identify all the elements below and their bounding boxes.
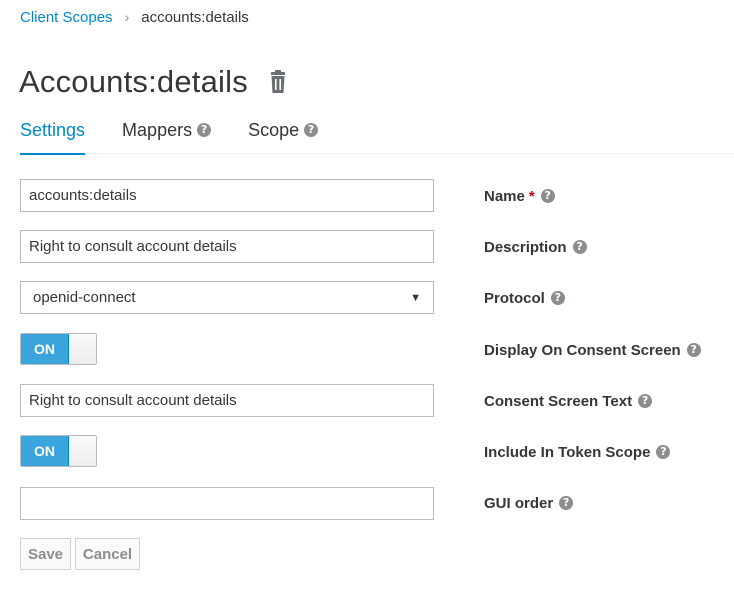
consent-text-label-row: Consent Screen Text ? bbox=[484, 391, 653, 411]
gui-order-input[interactable] bbox=[20, 487, 434, 520]
help-icon[interactable]: ? bbox=[540, 189, 555, 203]
gui-order-label-row: GUI order ? bbox=[484, 493, 574, 513]
help-icon[interactable]: ? bbox=[572, 240, 587, 254]
required-marker: * bbox=[528, 187, 535, 205]
name-input[interactable] bbox=[20, 179, 434, 212]
trash-icon[interactable] bbox=[268, 70, 288, 94]
help-icon[interactable]: ? bbox=[686, 343, 701, 357]
include-in-token-label-row: Include In Token Scope ? bbox=[484, 442, 671, 462]
protocol-label: Protocol bbox=[484, 289, 545, 307]
tab-scope[interactable]: Scope ? bbox=[248, 116, 319, 154]
save-button[interactable]: Save bbox=[20, 538, 71, 570]
consent-text-label: Consent Screen Text bbox=[484, 392, 633, 410]
tab-mappers-label: Mappers bbox=[122, 120, 193, 140]
help-icon[interactable]: ? bbox=[638, 394, 653, 408]
toggle-on-label: ON bbox=[21, 436, 69, 466]
help-icon[interactable]: ? bbox=[550, 291, 565, 305]
help-icon[interactable]: ? bbox=[656, 445, 671, 459]
breadcrumb-current: accounts:details bbox=[141, 8, 249, 26]
protocol-label-row: Protocol ? bbox=[484, 288, 565, 308]
protocol-select[interactable]: openid-connect ▼ bbox=[20, 281, 434, 314]
protocol-select-value: openid-connect bbox=[33, 289, 136, 306]
gui-order-label: GUI order bbox=[484, 494, 554, 512]
title-row: Accounts:details bbox=[19, 62, 288, 102]
breadcrumb: Client Scopes › accounts:details bbox=[20, 7, 249, 27]
tab-settings-label: Settings bbox=[20, 120, 86, 140]
toggle-knob bbox=[69, 334, 96, 364]
help-icon[interactable]: ? bbox=[304, 123, 319, 137]
tab-bar: Settings Mappers ? Scope ? bbox=[20, 116, 734, 155]
consent-text-input[interactable] bbox=[20, 384, 434, 417]
toggle-knob bbox=[69, 436, 96, 466]
include-in-token-toggle[interactable]: ON bbox=[20, 435, 97, 467]
help-icon[interactable]: ? bbox=[559, 496, 574, 510]
display-on-consent-label-row: Display On Consent Screen ? bbox=[484, 340, 701, 360]
include-in-token-label: Include In Token Scope bbox=[484, 443, 651, 461]
tab-mappers[interactable]: Mappers ? bbox=[122, 116, 212, 154]
toggle-on-label: ON bbox=[21, 334, 69, 364]
display-on-consent-label: Display On Consent Screen bbox=[484, 341, 681, 359]
caret-down-icon: ▼ bbox=[410, 291, 421, 304]
description-label: Description bbox=[484, 238, 567, 256]
tab-settings[interactable]: Settings bbox=[20, 116, 86, 155]
breadcrumb-client-scopes-link[interactable]: Client Scopes bbox=[20, 9, 113, 26]
cancel-button[interactable]: Cancel bbox=[75, 538, 140, 570]
help-icon[interactable]: ? bbox=[197, 123, 212, 137]
name-label-row: Name * ? bbox=[484, 186, 555, 206]
description-input[interactable] bbox=[20, 230, 434, 263]
breadcrumb-separator-icon: › bbox=[124, 9, 130, 25]
description-label-row: Description ? bbox=[484, 237, 587, 257]
display-on-consent-toggle[interactable]: ON bbox=[20, 333, 97, 365]
name-label: Name bbox=[484, 187, 525, 205]
tab-scope-label: Scope bbox=[248, 120, 300, 140]
page-title: Accounts:details bbox=[19, 64, 248, 99]
